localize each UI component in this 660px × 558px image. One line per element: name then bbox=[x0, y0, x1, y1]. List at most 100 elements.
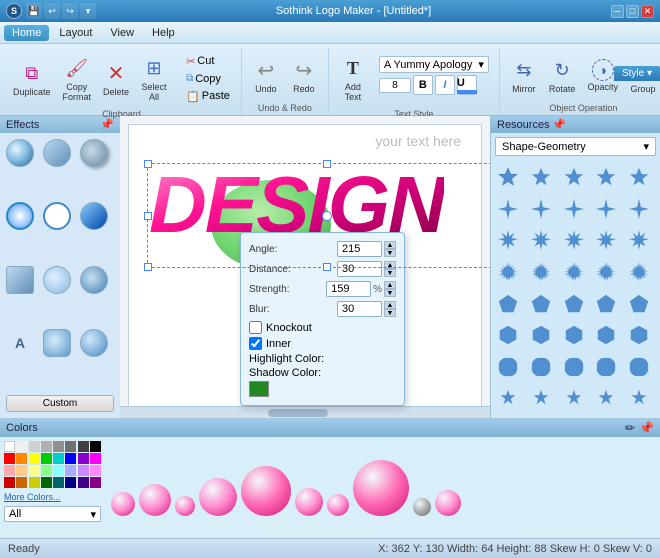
shape-sun-4[interactable] bbox=[593, 259, 619, 285]
menu-layout[interactable]: Layout bbox=[51, 25, 100, 41]
shape-star5-3[interactable] bbox=[561, 164, 587, 190]
effect-style11[interactable] bbox=[43, 329, 71, 357]
handle-bm[interactable] bbox=[323, 263, 331, 271]
shape-hex-3[interactable] bbox=[561, 322, 587, 348]
blur-down[interactable]: ▼ bbox=[384, 309, 396, 317]
menu-help[interactable]: Help bbox=[144, 25, 183, 41]
distance-down[interactable]: ▼ bbox=[384, 269, 396, 277]
handle-tm[interactable] bbox=[323, 160, 331, 168]
shape-star4-1[interactable] bbox=[495, 196, 521, 222]
shape-pent-3[interactable] bbox=[561, 291, 587, 317]
blur-up[interactable]: ▲ bbox=[384, 301, 396, 309]
shape-star4-4[interactable] bbox=[593, 196, 619, 222]
redo-button[interactable]: ↪ Redo bbox=[286, 54, 322, 97]
shadow-color-swatch[interactable] bbox=[249, 381, 269, 397]
copy-button[interactable]: ⧉ Copy bbox=[181, 71, 235, 87]
h-scrollbar[interactable] bbox=[120, 406, 490, 418]
bold-button[interactable]: B bbox=[413, 75, 433, 95]
effect-shadow[interactable] bbox=[80, 139, 108, 167]
rotate-button[interactable]: ↻ Rotate bbox=[544, 54, 581, 97]
add-text-button[interactable]: T AddText bbox=[335, 52, 371, 105]
effect-text-a[interactable]: A bbox=[6, 329, 34, 357]
effect-style12[interactable] bbox=[80, 329, 108, 357]
cut-button[interactable]: ✂ Cut bbox=[181, 53, 235, 70]
shape-burst6-4[interactable] bbox=[593, 227, 619, 253]
swatch-blue[interactable] bbox=[65, 453, 76, 464]
menu-home[interactable]: Home bbox=[4, 25, 49, 41]
font-dropdown[interactable]: A Yummy Apology ▾ bbox=[379, 56, 489, 73]
swatch-5[interactable] bbox=[65, 441, 76, 452]
shape-star4-2[interactable] bbox=[528, 196, 554, 222]
swatch-dblue[interactable] bbox=[65, 477, 76, 488]
swatch-dpurple[interactable] bbox=[78, 477, 89, 488]
shape-burst6-1[interactable] bbox=[495, 227, 521, 253]
shape-pent-1[interactable] bbox=[495, 291, 521, 317]
paste-button[interactable]: 📋 Paste bbox=[181, 88, 235, 105]
shape-burst6-3[interactable] bbox=[561, 227, 587, 253]
swatch-1[interactable] bbox=[16, 441, 27, 452]
close-button[interactable]: ✕ bbox=[641, 5, 654, 18]
h-scrollbar-thumb[interactable] bbox=[268, 409, 328, 417]
underline-button[interactable]: U bbox=[457, 75, 477, 95]
effect-style8[interactable] bbox=[43, 266, 71, 294]
shape-star4-3[interactable] bbox=[561, 196, 587, 222]
shape-hex-5[interactable] bbox=[626, 322, 652, 348]
swatch-lgreen[interactable] bbox=[41, 465, 52, 476]
swatch-lred[interactable] bbox=[4, 465, 15, 476]
maximize-button[interactable]: □ bbox=[626, 5, 639, 18]
swatch-lorange[interactable] bbox=[16, 465, 27, 476]
swatch-dorange[interactable] bbox=[16, 477, 27, 488]
swatch-yellow[interactable] bbox=[29, 453, 40, 464]
shape-star-sm-5[interactable] bbox=[626, 385, 652, 411]
handle-tl[interactable] bbox=[144, 160, 152, 168]
delete-button[interactable]: ✕ Delete bbox=[98, 57, 134, 100]
swatch-2[interactable] bbox=[29, 441, 40, 452]
swatch-green[interactable] bbox=[41, 453, 52, 464]
swatch-dcyan[interactable] bbox=[53, 477, 64, 488]
handle-center[interactable] bbox=[322, 211, 332, 221]
effect-glow[interactable] bbox=[6, 202, 34, 230]
strength-input[interactable]: 159 bbox=[326, 281, 371, 297]
shape-star5-2[interactable] bbox=[528, 164, 554, 190]
swatch-dred[interactable] bbox=[4, 477, 15, 488]
redo-quick-button[interactable]: ↪ bbox=[62, 3, 78, 19]
shape-burst6-5[interactable] bbox=[626, 227, 652, 253]
effect-outline[interactable] bbox=[43, 202, 71, 230]
shape-star-sm-2[interactable] bbox=[528, 385, 554, 411]
strength-down[interactable]: ▼ bbox=[384, 289, 396, 297]
handle-ml[interactable] bbox=[144, 212, 152, 220]
shape-sun-3[interactable] bbox=[561, 259, 587, 285]
swatch-cyan[interactable] bbox=[53, 453, 64, 464]
shape-star5-1[interactable] bbox=[495, 164, 521, 190]
menu-view[interactable]: View bbox=[102, 25, 142, 41]
select-all-button[interactable]: ⊞ SelectAll bbox=[136, 52, 172, 105]
shape-round-4[interactable] bbox=[593, 354, 619, 380]
shape-hex-1[interactable] bbox=[495, 322, 521, 348]
shape-star5-4[interactable] bbox=[593, 164, 619, 190]
swatch-3[interactable] bbox=[41, 441, 52, 452]
swatch-lblue[interactable] bbox=[65, 465, 76, 476]
swatch-6[interactable] bbox=[78, 441, 89, 452]
colors-edit-icon[interactable]: ✏ bbox=[625, 421, 635, 435]
effect-sphere[interactable] bbox=[6, 139, 34, 167]
swatch-magenta[interactable] bbox=[90, 453, 101, 464]
shape-pent-2[interactable] bbox=[528, 291, 554, 317]
effect-gradient[interactable] bbox=[80, 202, 108, 230]
shape-star-sm-3[interactable] bbox=[561, 385, 587, 411]
swatch-orange[interactable] bbox=[16, 453, 27, 464]
shape-burst6-2[interactable] bbox=[528, 227, 554, 253]
swatch-dgreen[interactable] bbox=[41, 477, 52, 488]
shape-pent-5[interactable] bbox=[626, 291, 652, 317]
shape-round-1[interactable] bbox=[495, 354, 521, 380]
inner-checkbox[interactable] bbox=[249, 337, 262, 350]
swatch-red[interactable] bbox=[4, 453, 15, 464]
style-badge[interactable]: Style ▾ bbox=[614, 66, 660, 81]
swatch-black[interactable] bbox=[90, 441, 101, 452]
minimize-button[interactable]: ─ bbox=[611, 5, 624, 18]
swatch-lpink[interactable] bbox=[90, 465, 101, 476]
shape-round-2[interactable] bbox=[528, 354, 554, 380]
shape-round-3[interactable] bbox=[561, 354, 587, 380]
shape-round-5[interactable] bbox=[626, 354, 652, 380]
italic-button[interactable]: I bbox=[435, 75, 455, 95]
duplicate-button[interactable]: ⧉ Duplicate bbox=[8, 57, 56, 100]
